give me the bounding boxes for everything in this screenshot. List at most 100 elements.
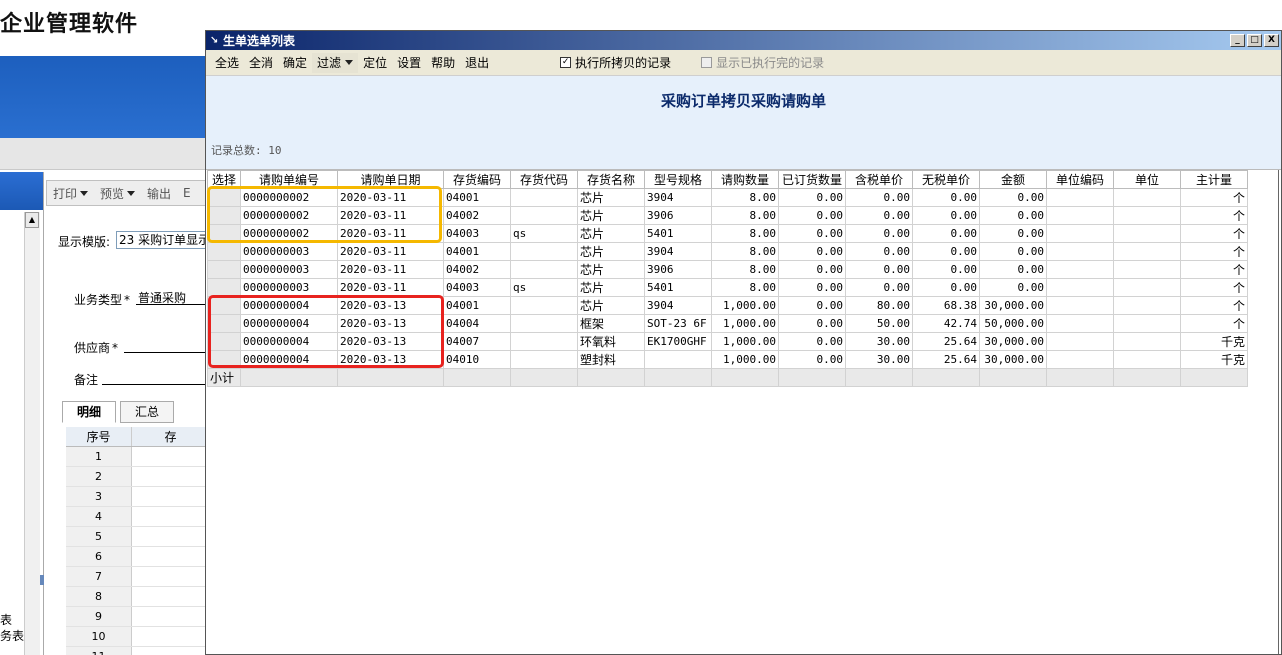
help-button[interactable]: 帮助 xyxy=(426,53,460,73)
cell-inventory-code: 04001 xyxy=(443,296,511,315)
cell-req-qty: 8.00 xyxy=(711,224,779,243)
table-row[interactable]: 0000000004 2020-03-13 04004 框架 SOT-23 6F 1,00… xyxy=(207,314,1248,333)
locate-button[interactable]: 定位 xyxy=(358,53,392,73)
cell-requisition-date: 2020-03-13 xyxy=(337,332,444,351)
note-field[interactable] xyxy=(102,369,210,385)
left-nav-item[interactable]: 表 xyxy=(0,612,24,628)
column-header-select[interactable]: 选择 xyxy=(207,170,241,189)
list-item[interactable]: 10 xyxy=(66,627,210,647)
copy-records-checkbox[interactable]: ✓ xyxy=(560,57,572,68)
deselect-all-button[interactable]: 全消 xyxy=(244,53,278,73)
column-header-inventory-name[interactable]: 存货名称 xyxy=(577,170,645,189)
column-header-ordered-qty[interactable]: 已订货数量 xyxy=(778,170,846,189)
scroll-up-icon[interactable]: ▲ xyxy=(25,212,39,228)
list-item[interactable]: 11 xyxy=(66,647,210,655)
cell-inventory-code: 04010 xyxy=(443,350,511,369)
splitter-handle[interactable] xyxy=(40,575,44,585)
column-header-unit-code[interactable]: 单位编码 xyxy=(1046,170,1114,189)
list-item[interactable]: 4 xyxy=(66,507,210,527)
table-row[interactable]: 0000000003 2020-03-11 04003 qs 芯片 5401 8.00 0.0… xyxy=(207,278,1248,297)
select-all-button[interactable]: 全选 xyxy=(210,53,244,73)
left-scrollbar[interactable]: ▲ xyxy=(24,212,40,655)
table-row[interactable]: 0000000004 2020-03-13 04010 塑封料 1,000.00 0.00… xyxy=(207,350,1248,369)
exit-button[interactable]: 退出 xyxy=(460,53,494,73)
column-header-spec[interactable]: 型号规格 xyxy=(644,170,712,189)
cell-select[interactable] xyxy=(207,278,241,297)
cell-inventory-code: 04002 xyxy=(443,260,511,279)
cell-select[interactable] xyxy=(207,332,241,351)
cell-unit xyxy=(1113,332,1181,351)
cell-inventory-alias xyxy=(510,296,578,315)
cell-select[interactable] xyxy=(207,206,241,225)
left-nav-item[interactable]: 务表 xyxy=(0,628,24,644)
table-row[interactable]: 0000000004 2020-03-13 04007 环氧料 EK1700GHF 1,0… xyxy=(207,332,1248,351)
template-select[interactable]: 23 采购订单显示 xyxy=(116,231,210,249)
cell-requisition-date: 2020-03-11 xyxy=(337,278,444,297)
left-nav-text: 表 务表 xyxy=(0,612,24,644)
restore-button[interactable]: □ xyxy=(1247,34,1262,47)
preview-button[interactable]: 预览 xyxy=(94,185,141,202)
cell-ordered-qty: 0.00 xyxy=(778,260,846,279)
cell-inventory-alias: qs xyxy=(510,224,578,243)
list-item[interactable]: 2 xyxy=(66,467,210,487)
column-header-inventory-code[interactable]: 存货编码 xyxy=(443,170,511,189)
row-number: 7 xyxy=(66,567,132,586)
supplier-field[interactable] xyxy=(124,337,210,353)
cell-req-qty: 8.00 xyxy=(711,242,779,261)
output-button[interactable]: 输出 xyxy=(141,185,177,202)
cell-req-qty: 1,000.00 xyxy=(711,314,779,333)
column-header-tax-price[interactable]: 含税单价 xyxy=(845,170,913,189)
column-header-inventory-alias[interactable]: 存货代码 xyxy=(510,170,578,189)
table-row[interactable]: 0000000003 2020-03-11 04002 芯片 3906 8.00 0.00 0… xyxy=(207,260,1248,279)
cell-amount: 30,000.00 xyxy=(979,350,1047,369)
settings-button[interactable]: 设置 xyxy=(392,53,426,73)
column-header-amount[interactable]: 金额 xyxy=(979,170,1047,189)
table-row[interactable]: 0000000002 2020-03-11 04002 芯片 3906 8.00 0.00 0… xyxy=(207,206,1248,225)
cell-select[interactable] xyxy=(207,296,241,315)
chevron-down-icon[interactable] xyxy=(345,60,354,65)
table-row[interactable]: 0000000002 2020-03-11 04003 qs 芯片 5401 8.00 0.0… xyxy=(207,224,1248,243)
close-button[interactable]: X xyxy=(1264,34,1279,47)
list-item[interactable]: 5 xyxy=(66,527,210,547)
tab-summary[interactable]: 汇总 xyxy=(120,401,175,423)
cut-off-button[interactable]: E xyxy=(177,186,197,200)
list-item[interactable]: 1 xyxy=(66,447,210,467)
tab-detail[interactable]: 明细 xyxy=(62,401,117,423)
list-item[interactable]: 8 xyxy=(66,587,210,607)
table-row[interactable]: 0000000002 2020-03-11 04001 芯片 3904 8.00 0.00 0… xyxy=(207,188,1248,207)
cell-select[interactable] xyxy=(207,314,241,333)
column-header-requisition-no[interactable]: 请购单编号 xyxy=(240,170,338,189)
table-row[interactable]: 0000000003 2020-03-11 04001 芯片 3904 8.00 0.00 0… xyxy=(207,242,1248,261)
cell-spec: EK1700GHF xyxy=(644,332,712,351)
cell-untaxed-price: 25.64 xyxy=(912,332,980,351)
column-header-req-qty[interactable]: 请购数量 xyxy=(711,170,779,189)
cell-req-qty: 1,000.00 xyxy=(711,332,779,351)
cell-ordered-qty: 0.00 xyxy=(778,314,846,333)
column-header-requisition-date[interactable]: 请购单日期 xyxy=(337,170,444,189)
dialog-titlebar[interactable]: ↘ 生单选单列表 _ □ X xyxy=(206,31,1281,50)
cell-select[interactable] xyxy=(207,350,241,369)
print-button[interactable]: 打印 xyxy=(47,185,94,202)
confirm-button[interactable]: 确定 xyxy=(278,53,312,73)
copy-records-option[interactable]: ✓ 执行所拷贝的记录 xyxy=(556,53,675,73)
cell-select[interactable] xyxy=(207,260,241,279)
cell-select[interactable] xyxy=(207,224,241,243)
column-header-untaxed-price[interactable]: 无税单价 xyxy=(912,170,980,189)
list-item[interactable]: 3 xyxy=(66,487,210,507)
column-header-unit[interactable]: 单位 xyxy=(1113,170,1181,189)
cell-requisition-date: 2020-03-11 xyxy=(337,206,444,225)
cell-select[interactable] xyxy=(207,188,241,207)
cell-main-uom: 个 xyxy=(1180,278,1248,297)
cell-unit-code xyxy=(1046,188,1114,207)
minimize-button[interactable]: _ xyxy=(1230,34,1245,47)
cell-unit-code xyxy=(1046,260,1114,279)
cell-spec: 3904 xyxy=(644,188,712,207)
filter-button[interactable]: 过滤 xyxy=(312,52,359,73)
column-header-main-uom[interactable]: 主计量 xyxy=(1180,170,1248,189)
table-row[interactable]: 0000000004 2020-03-13 04001 芯片 3904 1,000.00 0… xyxy=(207,296,1248,315)
list-item[interactable]: 7 xyxy=(66,567,210,587)
list-item[interactable]: 9 xyxy=(66,607,210,627)
biz-type-field[interactable]: 普通采购 xyxy=(136,289,210,305)
list-item[interactable]: 6 xyxy=(66,547,210,567)
cell-select[interactable] xyxy=(207,242,241,261)
